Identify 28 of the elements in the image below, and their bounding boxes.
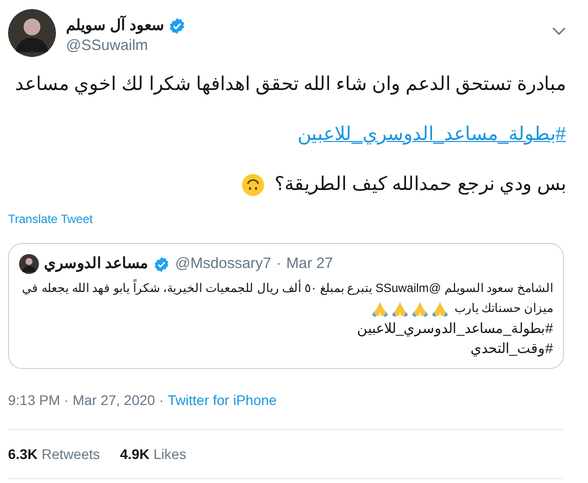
quoted-text: الشامخ سعود السويلم @SSuwailm يتبرع بمبلغ ٥٠ ألف ريال للجمعيات الخيرية، شكراً يابو فهد الله يجعله في — [22, 281, 553, 295]
stat-label[interactable]: Likes — [154, 444, 186, 464]
praying-hands-icon — [391, 300, 410, 318]
praying-hands-icon — [371, 300, 390, 318]
tweet-timestamp[interactable]: 9:13 PM · Mar 27, 2020 — [8, 390, 156, 410]
avatar-icon[interactable] — [19, 254, 39, 274]
stat-count[interactable]: 6.3K — [8, 444, 38, 464]
author-name[interactable]: سعود آل سويلم — [66, 16, 164, 36]
separator-dot: · — [276, 254, 282, 274]
quoted-hashtag[interactable]: #وقت_التحدي — [470, 340, 553, 356]
quoted-author-name: مساعد الدوسري — [44, 254, 148, 274]
quoted-date: Mar 27 — [286, 254, 333, 274]
author-handle[interactable]: @SSuwailm — [66, 36, 186, 56]
chevron-down-icon[interactable] — [552, 26, 566, 36]
praying-hands-icon — [411, 300, 430, 318]
tweet-text: بس ودي نرجع حمدالله كيف الطريقة؟ — [274, 174, 566, 195]
avatar-icon[interactable] — [8, 9, 56, 57]
quoted-handle: @Msdossary7 — [175, 254, 272, 274]
quoted-hashtag[interactable]: #بطولة_مساعد_الدوسري_للاعبين — [356, 320, 553, 336]
stat-label[interactable]: Retweets — [42, 444, 100, 464]
stat-count[interactable]: 4.9K — [120, 444, 150, 464]
hashtag-link[interactable]: #بطولة_مساعد_الدوسري_للاعبين — [298, 124, 566, 145]
translate-tweet-link[interactable]: Translate Tweet — [8, 212, 93, 226]
tweet-text: مبادرة تستحق الدعم وان شاء الله تحقق اهدافها شكرا لك اخوي مساعد — [14, 74, 566, 95]
quoted-text: ميزان حسناتك يارب — [454, 301, 553, 315]
source-link[interactable]: Twitter for iPhone — [168, 390, 277, 410]
separator-dot: · — [159, 390, 164, 410]
praying-hands-icon — [431, 300, 450, 318]
